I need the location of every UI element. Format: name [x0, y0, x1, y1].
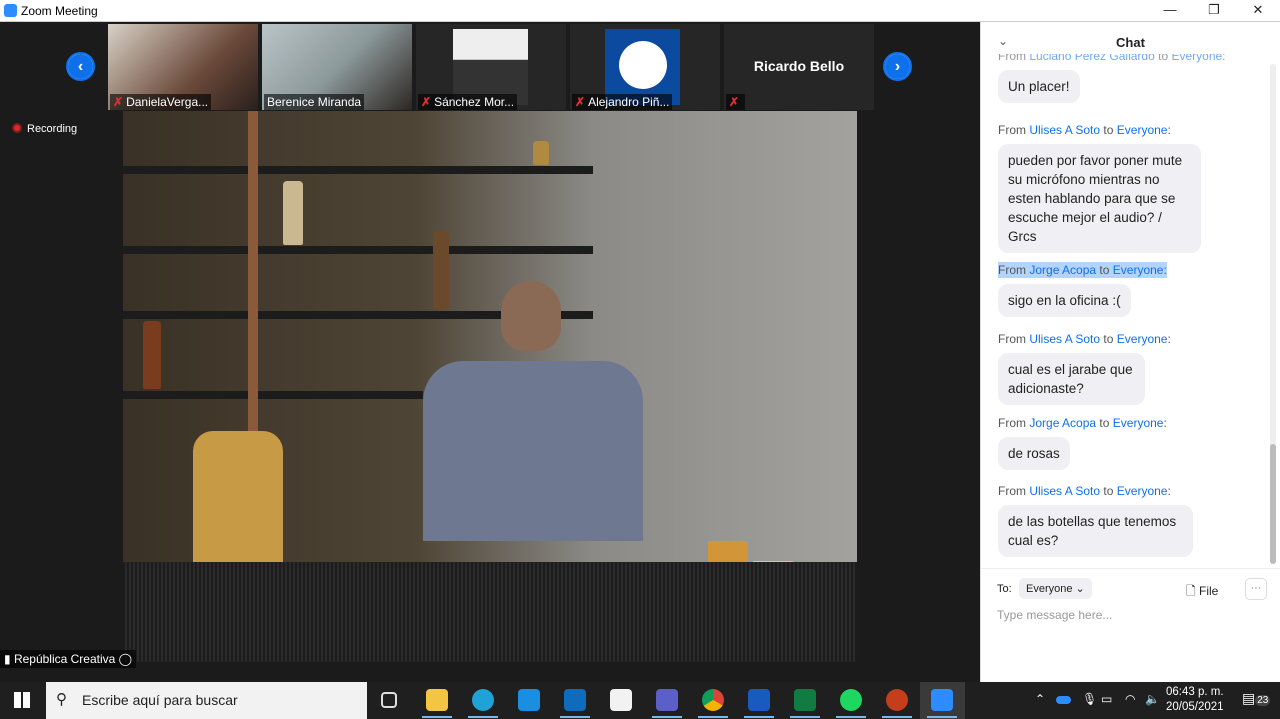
windows-start-icon[interactable] [14, 692, 30, 708]
file-icon: 🗋 [1186, 584, 1199, 598]
title-bar: Zoom Meeting — ❐ ✕ [0, 0, 1280, 22]
recipient-dropdown[interactable]: Everyone ⌄ [1019, 578, 1092, 599]
notification-center-icon[interactable]: ▤ 23 [1242, 690, 1271, 707]
chat-message: From Luciano Pérez Gallardo to Everyone:… [998, 54, 1226, 103]
muted-mic-icon: ✗ [421, 95, 432, 109]
active-speaker-video [123, 111, 857, 662]
participant-display-name: Ricardo Bello [753, 58, 845, 74]
notification-count: 23 [1255, 695, 1271, 706]
search-icon: ⚲ [56, 691, 67, 708]
system-clock[interactable]: 06:43 p. m. 20/05/2021 [1166, 685, 1224, 715]
minimize-button[interactable]: — [1148, 0, 1192, 22]
signal-icon: ▮ [4, 652, 14, 666]
participant-name: DanielaVerga... [126, 95, 209, 109]
zoom-logo-icon [4, 4, 17, 17]
edge-icon[interactable] [468, 689, 498, 718]
volume-icon[interactable]: 🔈 [1145, 692, 1160, 706]
message-input[interactable]: Type message here... [997, 608, 1112, 622]
gallery-prev-button[interactable]: ‹ [66, 52, 95, 81]
chat-message: From Ulises A Soto to Everyone: pueden p… [998, 122, 1201, 253]
powerpoint-icon[interactable] [882, 689, 912, 718]
participant-tile[interactable]: ✗ Sánchez Mor... [416, 24, 566, 110]
muted-mic-icon: ✗ [575, 95, 586, 109]
participant-name: Berenice Miranda [267, 95, 362, 109]
chevron-right-icon: › [885, 54, 910, 79]
search-placeholder: Escribe aquí para buscar [82, 692, 238, 708]
chat-message: From Ulises A Soto to Everyone: cual es … [998, 331, 1171, 405]
muted-mic-icon: ✗ [113, 95, 124, 109]
participant-tile[interactable]: Berenice Miranda [262, 24, 412, 110]
more-options-button[interactable]: ··· [1245, 578, 1267, 600]
outlook-icon[interactable] [560, 689, 590, 718]
chevron-left-icon: ‹ [68, 54, 93, 79]
battery-icon[interactable]: ▭ [1101, 692, 1112, 706]
bartender [423, 281, 643, 541]
clock-date: 20/05/2021 [1166, 701, 1224, 713]
participant-name: Sánchez Mor... [434, 95, 515, 109]
teams-icon[interactable] [652, 689, 682, 718]
speaker-name: República Creativa [13, 652, 116, 666]
zoom-app-icon[interactable] [927, 689, 957, 718]
participant-tile[interactable]: Ricardo Bello ✗ [724, 24, 874, 110]
message-bubble: de las botellas que tenemos cual es? [998, 505, 1193, 557]
recording-label: Recording [27, 123, 78, 135]
message-bubble: sigo en la oficina :( [998, 284, 1131, 317]
onedrive-icon[interactable] [1056, 696, 1071, 704]
chat-message: From Jorge Acopa to Everyone: de rosas [998, 415, 1167, 470]
word-icon[interactable] [744, 689, 774, 718]
message-bubble: pueden por favor poner mute su micrófono… [998, 144, 1201, 253]
mail-icon[interactable] [518, 689, 540, 711]
gallery-next-button[interactable]: › [883, 52, 912, 81]
chrome-icon[interactable] [698, 689, 728, 718]
message-bubble: Un placer! [998, 70, 1080, 103]
spotify-icon[interactable] [836, 689, 866, 718]
restore-button[interactable]: ❐ [1192, 0, 1236, 22]
file-label: File [1198, 584, 1219, 598]
recording-icon [12, 123, 22, 133]
file-button[interactable]: 🗋 File [1186, 582, 1218, 603]
close-button[interactable]: ✕ [1236, 0, 1280, 22]
recording-indicator: Recording [12, 123, 77, 135]
message-bubble: cual es el jarabe que adicionaste? [998, 353, 1145, 405]
taskbar-search-box[interactable]: ⚲ Escribe aquí para buscar [46, 682, 367, 719]
muted-mic-icon: ✗ [729, 95, 740, 109]
windows-taskbar: ⚲ Escribe aquí para buscar ⌃ 🎙 ▭ ◠ 🔈 06:4… [0, 682, 1280, 719]
excel-icon[interactable] [790, 689, 820, 718]
participant-name: Alejandro Piñ... [588, 95, 670, 109]
store-icon[interactable] [610, 689, 632, 711]
chat-scrollbar[interactable] [1270, 64, 1276, 564]
window-title: Zoom Meeting [21, 4, 98, 18]
to-label: To: [997, 583, 1012, 595]
wifi-icon[interactable]: ◠ [1125, 692, 1135, 706]
meeting-area: ‹ ✗ DanielaVerga... Berenice Miranda ✗ Sán… [0, 22, 980, 682]
selected-header: From Jorge Acopa to Everyone: [998, 262, 1167, 278]
file-explorer-icon[interactable] [422, 689, 452, 718]
active-speaker-label: ▮ República Creativa ◯ [0, 650, 137, 668]
show-hidden-icons-icon[interactable]: ⌃ [1035, 692, 1045, 706]
task-view-icon[interactable] [381, 692, 397, 708]
clock-time: 06:43 p. m. [1166, 686, 1224, 698]
microphone-icon[interactable]: 🎙 [1082, 692, 1097, 706]
chat-message: From Ulises A Soto to Everyone: de las b… [998, 483, 1193, 557]
message-bubble: de rosas [998, 437, 1070, 470]
chat-message: From Jorge Acopa to Everyone: sigo en la… [998, 262, 1167, 317]
chat-messages[interactable]: From Luciano Pérez Gallardo to Everyone:… [981, 54, 1271, 569]
participant-tile[interactable]: ✗ DanielaVerga... [108, 24, 258, 110]
participant-tile[interactable]: ✗ Alejandro Piñ... [570, 24, 720, 110]
chat-title: Chat [1116, 35, 1145, 50]
chat-panel: ⌄ Chat From Luciano Pérez Gallardo to Ev… [980, 22, 1280, 682]
